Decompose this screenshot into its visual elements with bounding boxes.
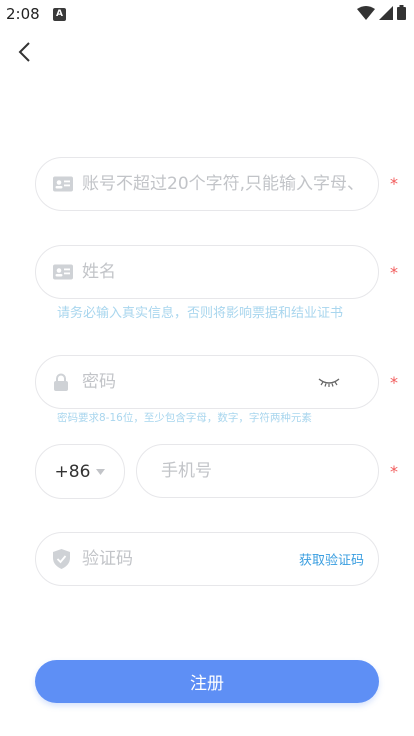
status-indicators [357,5,406,20]
name-hint: 请务必输入真实信息，否则将影响票据和结业证书 [57,306,344,321]
password-input[interactable] [82,356,318,408]
account-field[interactable] [35,157,379,211]
back-button[interactable] [10,38,38,66]
battery-icon [397,5,406,20]
verify-code-input[interactable] [82,533,268,585]
chevron-left-icon [18,42,30,62]
caret-down-icon [96,468,106,475]
eye-closed-icon[interactable] [318,376,340,388]
password-required-mark: * [390,373,398,392]
id-card-icon [53,264,73,280]
lock-icon [53,373,69,391]
get-verify-code-button[interactable]: 获取验证码 [299,550,364,569]
password-field[interactable] [35,355,379,409]
wifi-icon [357,5,375,20]
name-required-mark: * [390,263,398,282]
phone-field[interactable] [136,444,379,498]
account-required-mark: * [390,174,398,193]
verify-code-field[interactable]: 获取验证码 [35,532,379,586]
phone-input[interactable] [161,445,362,497]
notification-app-icon: A [53,8,66,21]
phone-required-mark: * [390,462,398,481]
cell-signal-icon [379,5,393,20]
status-bar: 2:08 A [0,0,414,30]
register-button[interactable]: 注册 [35,660,379,703]
name-field[interactable] [35,245,379,299]
account-input[interactable] [82,158,362,210]
name-input[interactable] [82,246,362,298]
shield-icon [53,549,70,569]
password-hint: 密码要求8-16位，至少包含字母，数字，字符两种元素 [57,412,312,424]
country-code-selector[interactable]: +86 [35,444,125,499]
country-code-value: +86 [54,461,91,482]
id-card-icon [53,176,73,192]
status-time: 2:08 [6,5,40,23]
